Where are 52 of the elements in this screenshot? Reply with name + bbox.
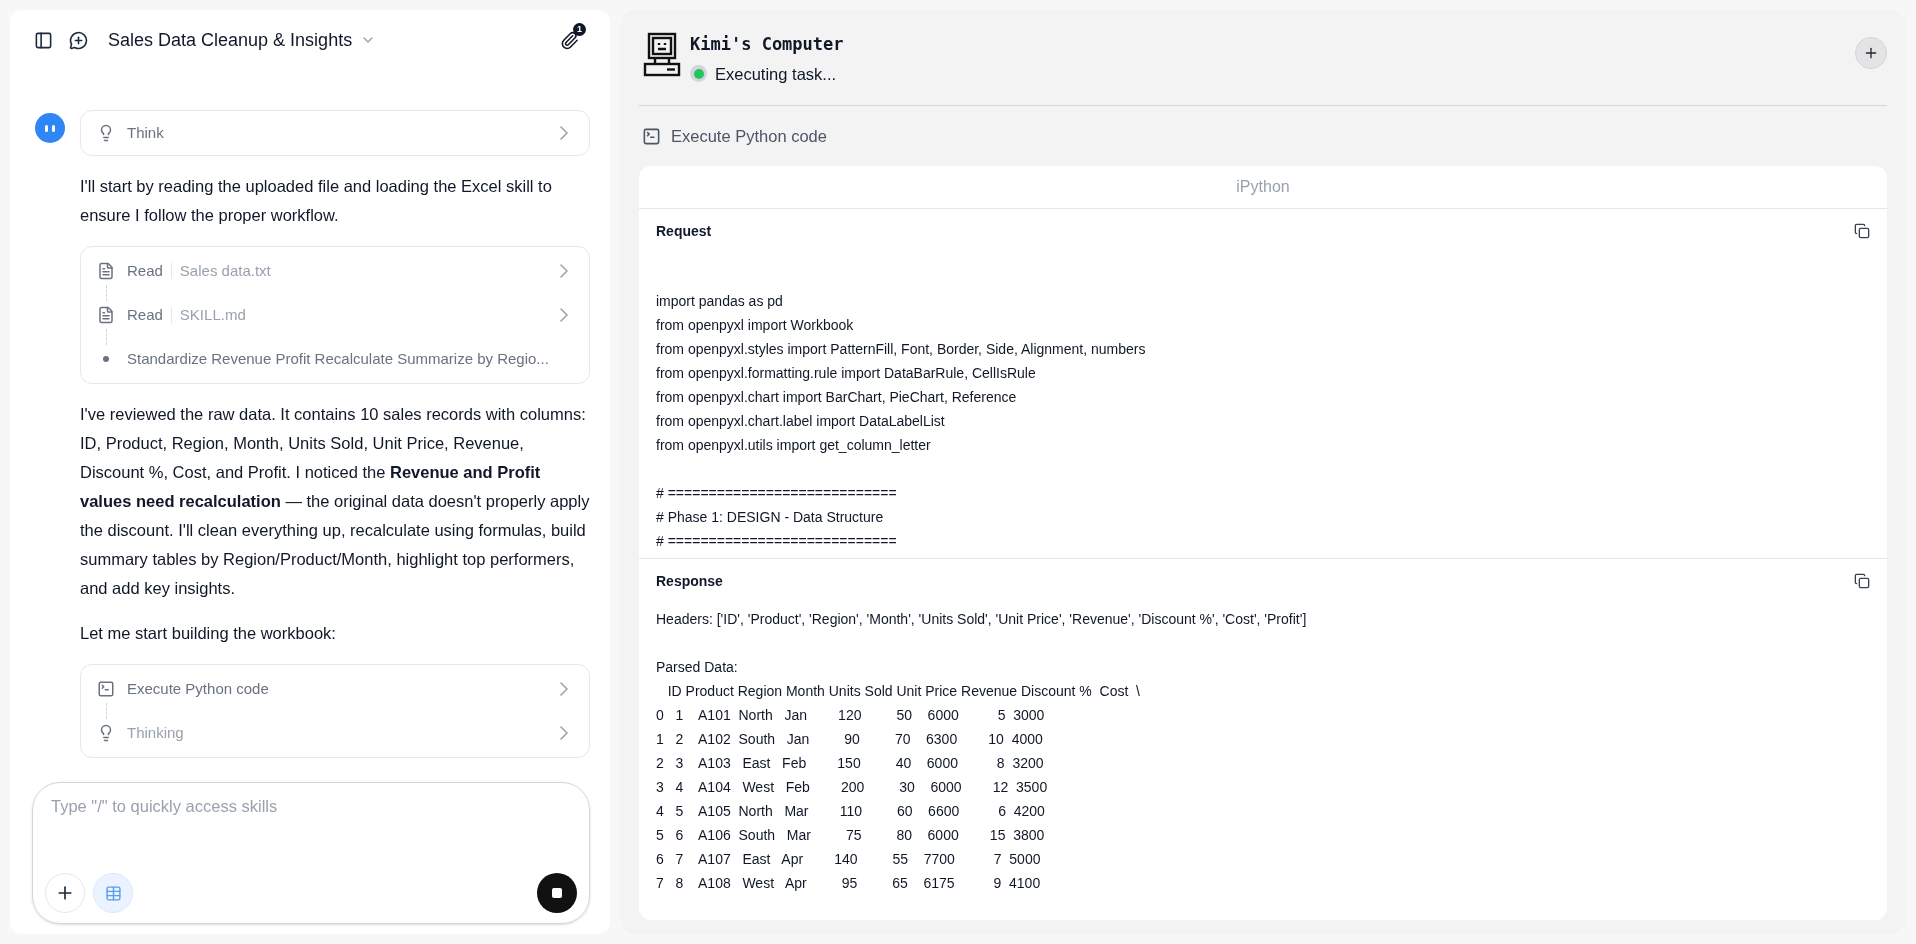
assistant-avatar — [35, 113, 65, 143]
think-label: Think — [127, 122, 164, 143]
file-name: SKILL.md — [179, 304, 246, 325]
section-title: Request — [656, 221, 712, 241]
message-text: I've reviewed the raw data. It contains 10 sales records with columns: ID, Product, Region, Month, Units Sold, Unit Price, Revenue, Discount %, Cost, and Profit. I noticed the Revenue and Profit values need recalculation — the original data doesn't properly apply the discount. I'll clean everything up, recalculate using formulas, build summary tables by Region/Product/Month, highlight top performers, and add key insights. — [80, 404, 590, 599]
copy-icon[interactable] — [1854, 573, 1870, 589]
terminal-icon — [97, 680, 115, 698]
step-verb: Read — [127, 260, 163, 281]
terminal-icon — [642, 126, 661, 146]
new-chat-icon[interactable] — [69, 30, 88, 50]
paperclip-icon — [559, 30, 579, 50]
expand-button[interactable] — [1855, 37, 1887, 69]
tool-step-row[interactable]: Standardize Revenue Profit Recalculate Summarize by Regio... — [97, 348, 573, 370]
copy-icon[interactable] — [1854, 223, 1870, 239]
message-text: Let me start building the workbook: — [80, 623, 337, 644]
document-icon — [97, 306, 115, 324]
code-text: import pandas as pd from openpyxl import Workbook from openpyxl.styles import PatternFill, Font, Border, Side, Alignment, numbers from openpyxl.formatting.rule import DataBarRule, CellIsRule from openpyxl.chart import BarChart, PieChart, Reference from openpyxl.chart.label import DataLabelList from openpyxl.utils import get_column_letter # ============================ # Phase 1: DESIGN - Data Structure # ============================ — [656, 292, 1147, 551]
step-label: Standardize Revenue Profit Recalculate Summarize by Regio... — [127, 348, 549, 369]
tool-step-row[interactable]: Read SKILL.md — [97, 304, 573, 326]
step-verb: Read — [127, 304, 163, 325]
tool-step-row[interactable]: Read Sales data.txt — [97, 260, 573, 282]
step-label: Thinking — [127, 722, 184, 743]
think-card[interactable]: Think — [80, 110, 590, 156]
status-text: Executing task... — [715, 63, 837, 85]
plus-icon — [1863, 45, 1879, 61]
section-title: Response — [656, 571, 723, 591]
stop-icon — [551, 887, 563, 899]
tool-label: Execute Python code — [671, 125, 827, 147]
ipython-title: iPython — [639, 166, 1887, 209]
tool-step-row[interactable]: Execute Python code — [97, 678, 573, 700]
tool-step-row[interactable]: Thinking — [97, 722, 573, 744]
computer-title: Kimi's Computer — [690, 33, 844, 56]
attachments-button[interactable]: 1 — [552, 23, 586, 57]
document-icon — [97, 262, 115, 280]
computer-icon — [643, 32, 681, 78]
output-text: Headers: ['ID', 'Product', 'Region', 'Month', 'Units Sold', 'Unit Price', 'Revenue', 'Discount %', 'Cost', 'Profit'] Parsed Data: ID Product Region Month Units Sold Unit Price Revenue Discount % Cost \ 0 1 A101 North Jan 120 50 6000 5 3000 1 2 A102 South Jan 90 70 6300 10 4000 2 3 A103 East Feb 150 40 6000 8 3200 3 4 A104 West Feb 200 30 6000 12 3500 4 5 A105 North Mar 110 60 6600 6 4200 5 6 A106 South Mar 75 80 6000 15 3800 6 7 A107 East Apr 140 55 7700 7 5000 7 8 A108 West Apr 95 65 6175 9 4100 — [656, 610, 1308, 893]
bullet-icon — [103, 356, 109, 362]
chevron-right-icon — [560, 308, 568, 322]
attachment-count-badge: 1 — [573, 23, 586, 36]
message-text: I'll start by reading the uploaded file and loading the Excel skill to ensure I follow the proper workflow. — [80, 176, 553, 226]
chevron-right-icon — [560, 264, 568, 278]
chat-title[interactable]: Sales Data Cleanup & Insights — [108, 26, 377, 54]
message-input-field[interactable]: Type "/" to quickly access skills — [45, 793, 577, 819]
chevron-right-icon — [560, 126, 568, 140]
chevron-right-icon — [560, 682, 568, 696]
file-name: Sales data.txt — [179, 260, 271, 281]
sidebar-toggle-icon[interactable] — [34, 30, 53, 50]
step-label: Execute Python code — [127, 678, 269, 699]
table-icon — [104, 884, 122, 902]
stop-button[interactable] — [537, 873, 577, 913]
table-mode-button[interactable] — [93, 873, 133, 913]
chevron-right-icon — [560, 726, 568, 740]
